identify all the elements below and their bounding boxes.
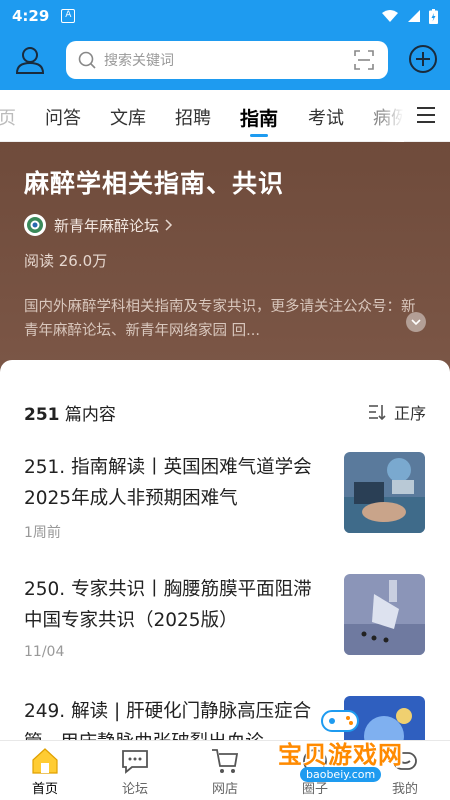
article-thumbnail[interactable] — [344, 574, 425, 655]
menu-icon[interactable] — [416, 106, 436, 124]
battery-icon — [429, 8, 438, 24]
wifi-icon — [382, 10, 398, 22]
chat-bubble-icon — [122, 750, 148, 774]
nav-home-label: 首页 — [31, 782, 58, 797]
home-icon — [32, 748, 58, 774]
category-tabs: 页 问答 文库 招聘 指南 考试 病例 — [0, 90, 450, 142]
signal-icon — [408, 10, 420, 22]
nav-forum[interactable]: 论坛 — [105, 746, 165, 797]
search-bar[interactable]: 搜索关键词 — [66, 41, 388, 79]
collection-description: 国内外麻醉学科相关指南及专家共识，更多请关注公众号：新青年麻醉论坛、新青年网络家… — [24, 299, 416, 339]
nav-shop[interactable]: 网店 — [195, 746, 255, 797]
tab-home-partial[interactable]: 页 — [0, 104, 16, 130]
cart-icon — [212, 749, 239, 773]
forum-link[interactable]: 新青年麻醉论坛 — [24, 214, 426, 236]
article-thumbnail[interactable] — [344, 452, 425, 533]
expand-chevron-icon[interactable] — [406, 312, 426, 332]
nav-shop-label: 网店 — [211, 782, 238, 797]
search-icon — [78, 51, 96, 69]
gamepad-icon — [321, 710, 359, 732]
article-title[interactable]: 251. 指南解读丨英国困难气道学会2025年成人非预期困难气 — [24, 452, 329, 514]
article-date: 11/04 — [24, 644, 65, 660]
nav-forum-label: 论坛 — [121, 782, 148, 797]
tab-library[interactable]: 文库 — [110, 104, 146, 130]
search-input[interactable]: 搜索关键词 — [104, 50, 174, 70]
list-item[interactable]: 251. 指南解读丨英国困难气道学会2025年成人非预期困难气 1周前 — [24, 452, 426, 542]
status-icons — [381, 8, 438, 24]
tab-jobs[interactable]: 招聘 — [175, 104, 211, 130]
tab-qa[interactable]: 问答 — [45, 104, 81, 130]
user-profile-icon[interactable] — [14, 44, 46, 76]
chevron-right-icon — [165, 219, 173, 231]
article-count-label: 篇内容 — [59, 405, 116, 425]
watermark-text: 宝贝游戏网 — [278, 741, 403, 769]
article-count-number: 251 — [24, 405, 60, 425]
active-tab-indicator — [250, 134, 268, 137]
scan-icon[interactable] — [354, 50, 374, 70]
watermark: 宝贝游戏网 baobeiy.com — [278, 705, 450, 790]
article-count: 251 篇内容 — [24, 400, 116, 425]
tab-exams[interactable]: 考试 — [308, 104, 344, 130]
tabs-fade — [380, 90, 404, 142]
sort-label[interactable]: 正序 — [394, 400, 426, 424]
read-count: 阅读 26.0万 — [24, 252, 108, 270]
watermark-url: baobeiy.com — [300, 767, 382, 782]
article-date: 1周前 — [24, 525, 61, 541]
forum-logo — [24, 214, 46, 236]
list-item[interactable]: 250. 专家共识丨胸腰筋膜平面阻滞中国专家共识（2025版） 11/04 — [24, 574, 426, 664]
collection-title: 麻醉学相关指南、共识 — [24, 169, 285, 198]
collection-header: 麻醉学相关指南、共识 新青年麻醉论坛 阅读 26.0万 国内外麻醉学科相关指南及… — [0, 142, 450, 367]
tab-guidelines[interactable]: 指南 — [240, 104, 278, 131]
article-title[interactable]: 250. 专家共识丨胸腰筋膜平面阻滞中国专家共识（2025版） — [24, 574, 329, 636]
article-list-panel: 251 篇内容 正序 251. 指南解读丨英国困难气道学会2025年成人非预期困… — [0, 360, 450, 740]
top-bar: 搜索关键词 — [0, 32, 450, 90]
sort-button[interactable]: 正序 — [368, 400, 426, 424]
sort-icon — [368, 405, 386, 420]
app-notification-icon: A — [61, 9, 76, 23]
nav-home[interactable]: 首页 — [15, 746, 75, 797]
add-icon[interactable] — [408, 44, 438, 74]
status-time: 4:29 — [12, 7, 50, 25]
status-bar: 4:29 A — [0, 0, 450, 32]
forum-name[interactable]: 新青年麻醉论坛 — [54, 215, 159, 236]
